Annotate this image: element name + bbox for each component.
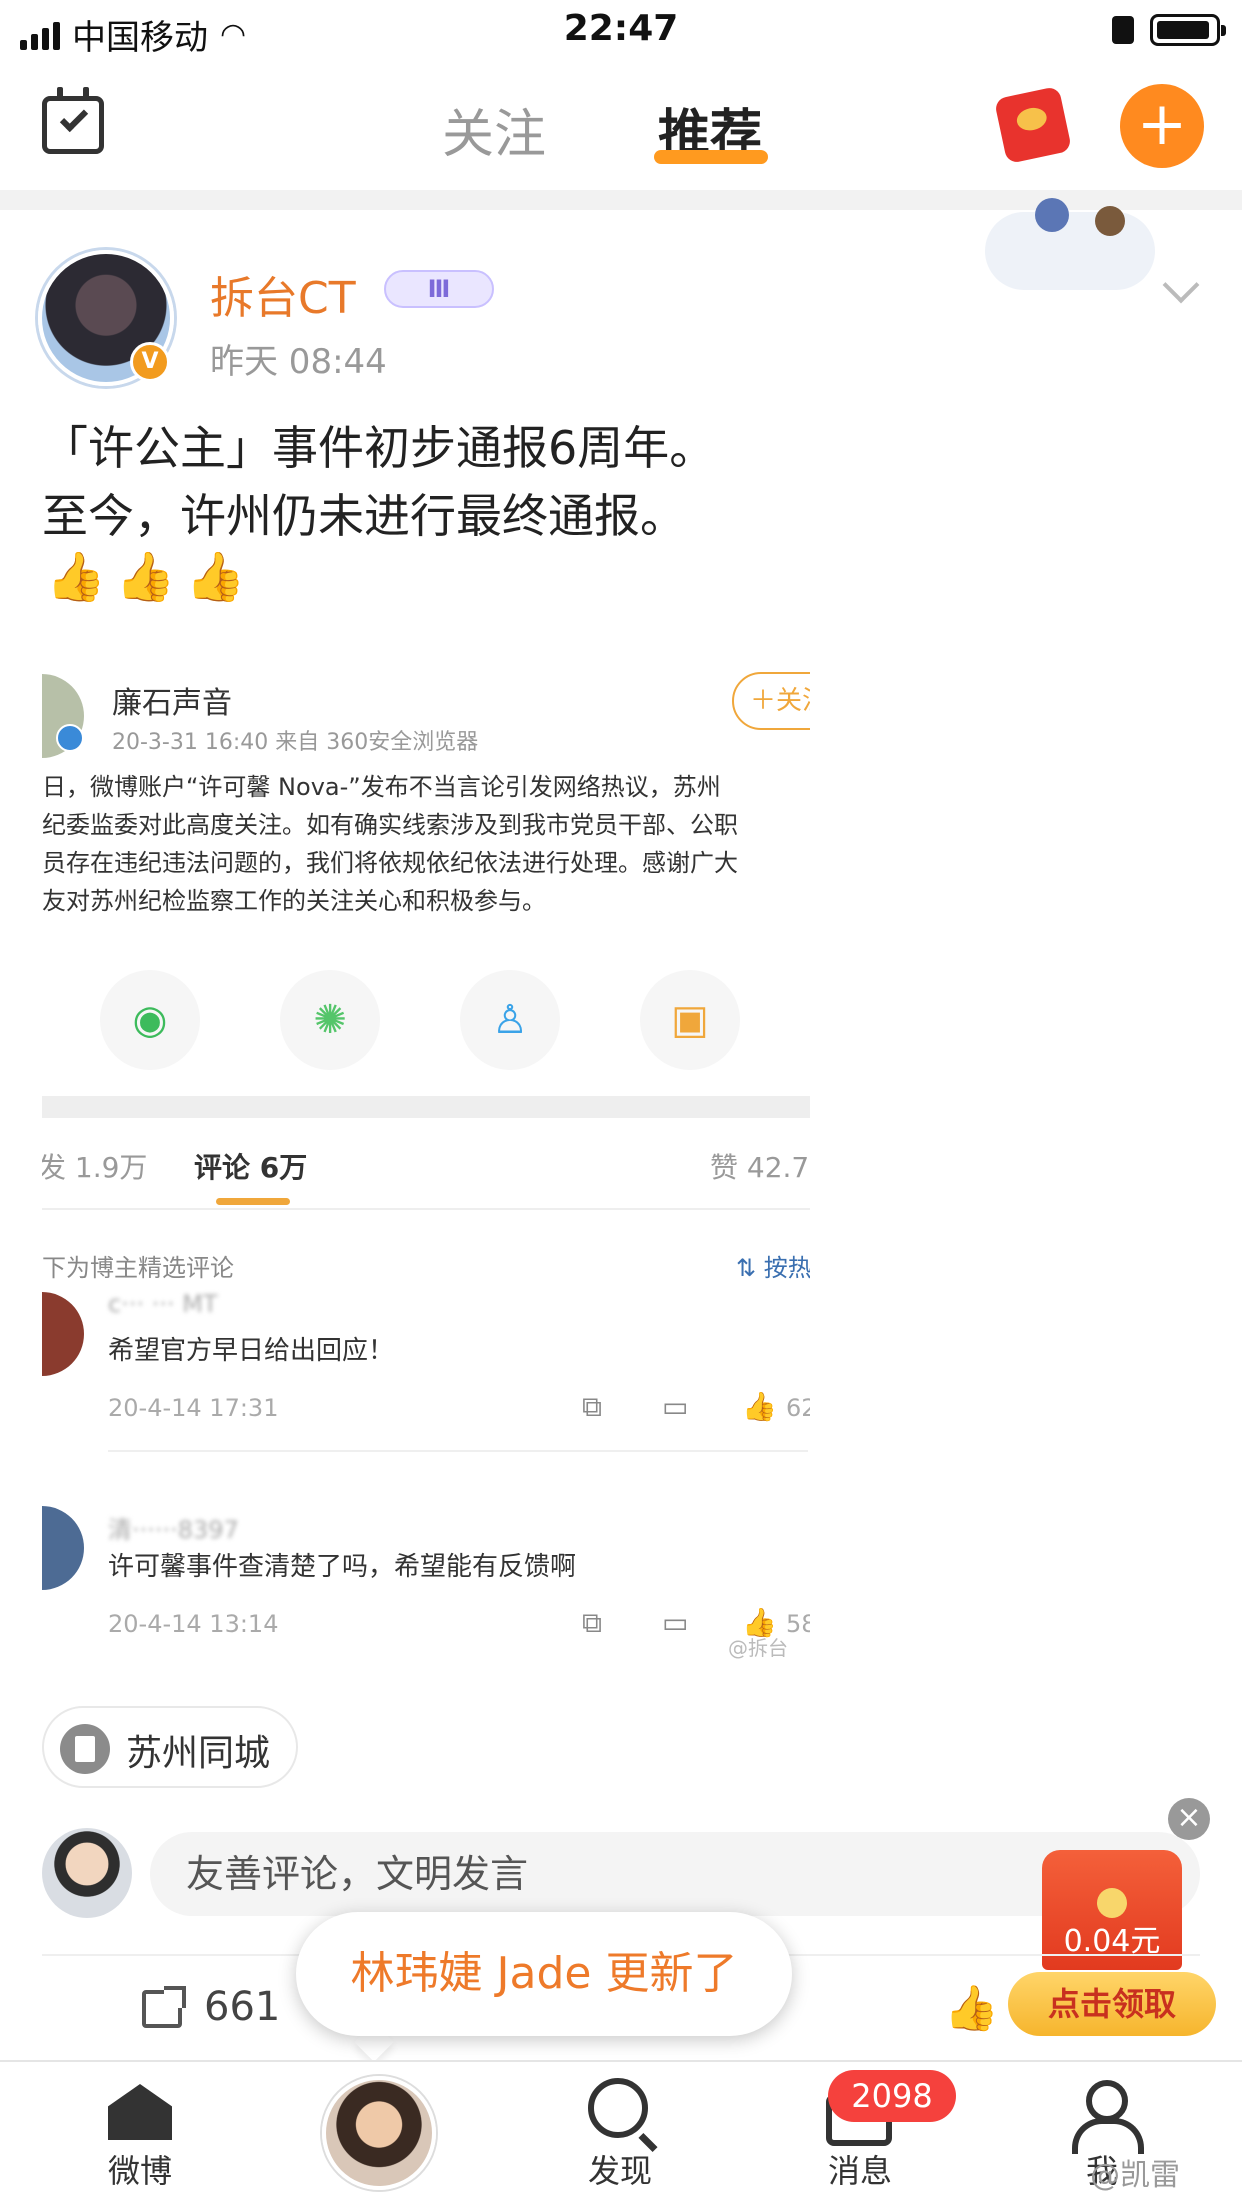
featured-user-avatar[interactable] [322,2076,436,2190]
orientation-lock-icon [1112,16,1134,44]
embedded-follow-button: ＋关注 [732,672,810,730]
chevron-down-icon[interactable] [1162,266,1200,304]
embedded-body-line: 友对苏州纪检监察工作的关注关心和积极参与。 [42,887,546,915]
share-icon: ⧉ [582,1606,602,1639]
message-badge: 2098 [828,2070,956,2122]
battery-icon [1150,14,1226,46]
location-tag-label: 苏州同城 [126,1733,271,1774]
embedded-body-line: 员存在违纪违法问题的，我们将依规依纪依法进行处理。感谢广大 [42,849,738,877]
repost-count[interactable]: 661 [204,1984,280,2030]
comment-likes: 62 [786,1394,810,1422]
like-icon: 👍 [742,1390,777,1423]
reply-icon: ▭ [662,1390,689,1423]
comment-text: 希望官方早日给出回应！ [108,1336,395,1366]
claim-button[interactable]: 点击领取 [1008,1972,1216,2036]
tab-discover-label[interactable]: 发现 [550,2146,690,2192]
post-text-line: 至今，许州仍未进行最终通报。 [42,489,686,543]
like-icon[interactable]: 👍 [944,1982,999,2034]
repost-icon[interactable] [142,1986,186,2028]
search-icon[interactable] [588,2078,648,2138]
embedded-body: 日，微博账户“许可馨 Nova-”发布不当言论引发网络热议，苏州 纪委监委对此高… [42,768,810,920]
embedded-body-line: 日，微博账户“许可馨 Nova-”发布不当言论引发网络热议，苏州 [42,773,721,801]
verified-badge-icon: V [130,342,170,382]
tab-follow[interactable]: 关注 [442,92,546,167]
comment-time: 20-4-14 13:14 [108,1610,279,1638]
calendar-checkin-icon[interactable] [42,87,104,154]
embedded-comment-stat: 评论 6万 [194,1151,308,1184]
post-text: 「许公主」事件初步通报6周年。 至今，许州仍未进行最终通报。 [42,414,1202,550]
building-icon [60,1724,110,1774]
share-icon: ⧉ [582,1390,602,1423]
status-bar: 中国移动 ◠ 22:47 [0,0,1242,62]
embedded-watermark: @拆台 [728,1636,788,1660]
moments-icon: ✺ [280,970,380,1070]
comment-username: c··· ··· MT [108,1290,218,1318]
embedded-like-stat: 赞 42.7 [710,1151,810,1184]
embedded-sort-text: 按热 [763,1254,810,1282]
save-image-icon: ▣ [640,970,740,1070]
comment-username: 清······8397 [108,1516,239,1544]
embedded-selected-label: 下为博主精选评论 [42,1254,234,1282]
author-name[interactable]: 拆台CT [210,262,356,326]
comment-likes: 58 [786,1610,810,1638]
embedded-verified-icon [56,724,84,752]
embedded-tab-indicator [216,1198,290,1205]
embedded-meta: 20-3-31 16:40 来自 360安全浏览器 [112,730,479,755]
add-post-button[interactable]: + [1120,84,1204,168]
card-decoration [985,198,1155,290]
comment-text: 许可馨事件查清楚了吗，希望能有反馈啊 [108,1552,577,1582]
watermark: @凯雷 [1090,2158,1180,2193]
level-badge: Ⅲ [384,270,494,308]
red-packet-icon[interactable] [993,85,1073,165]
profile-icon[interactable] [1072,2080,1144,2154]
location-tag[interactable]: 苏州同城 [42,1706,298,1788]
wechat-icon: ◉ [100,970,200,1070]
embedded-body-line: 纪委监委对此高度关注。如有确实线索涉及到我市党员干部、公职 [42,811,738,839]
post-text-line: 「许公主」事件初步通报6周年。 [42,421,716,475]
active-tab-indicator [654,150,768,164]
embedded-divider [42,1208,810,1210]
thumbs-up-emoji: 👍👍👍 [46,549,256,605]
post-time: 昨天 08:44 [210,342,387,382]
embedded-screenshot[interactable]: 廉石声音 20-3-31 16:40 来自 360安全浏览器 ＋关注 日，微博账… [42,650,810,1660]
embedded-divider-bar [42,1096,810,1118]
embedded-sort-label: ⇅ 按热 [736,1254,810,1282]
comment-time: 20-4-14 17:31 [108,1394,279,1422]
tab-home-label[interactable]: 微博 [70,2146,210,2192]
embedded-repost-stat: 发 1.9万 [42,1151,148,1184]
comment-avatar [42,1506,84,1590]
embedded-author: 廉石声音 [112,686,232,721]
update-notification-bubble[interactable]: 林玮婕 Jade 更新了 [296,1912,792,2036]
close-icon[interactable]: × [1168,1798,1210,1840]
my-avatar[interactable] [42,1828,132,1918]
reply-icon: ▭ [662,1606,689,1639]
qq-icon: ♙ [460,970,560,1070]
comment-avatar [42,1292,84,1376]
clock: 22:47 [563,8,679,49]
tab-messages-label[interactable]: 消息 [790,2146,930,2192]
comment-divider [108,1450,808,1452]
